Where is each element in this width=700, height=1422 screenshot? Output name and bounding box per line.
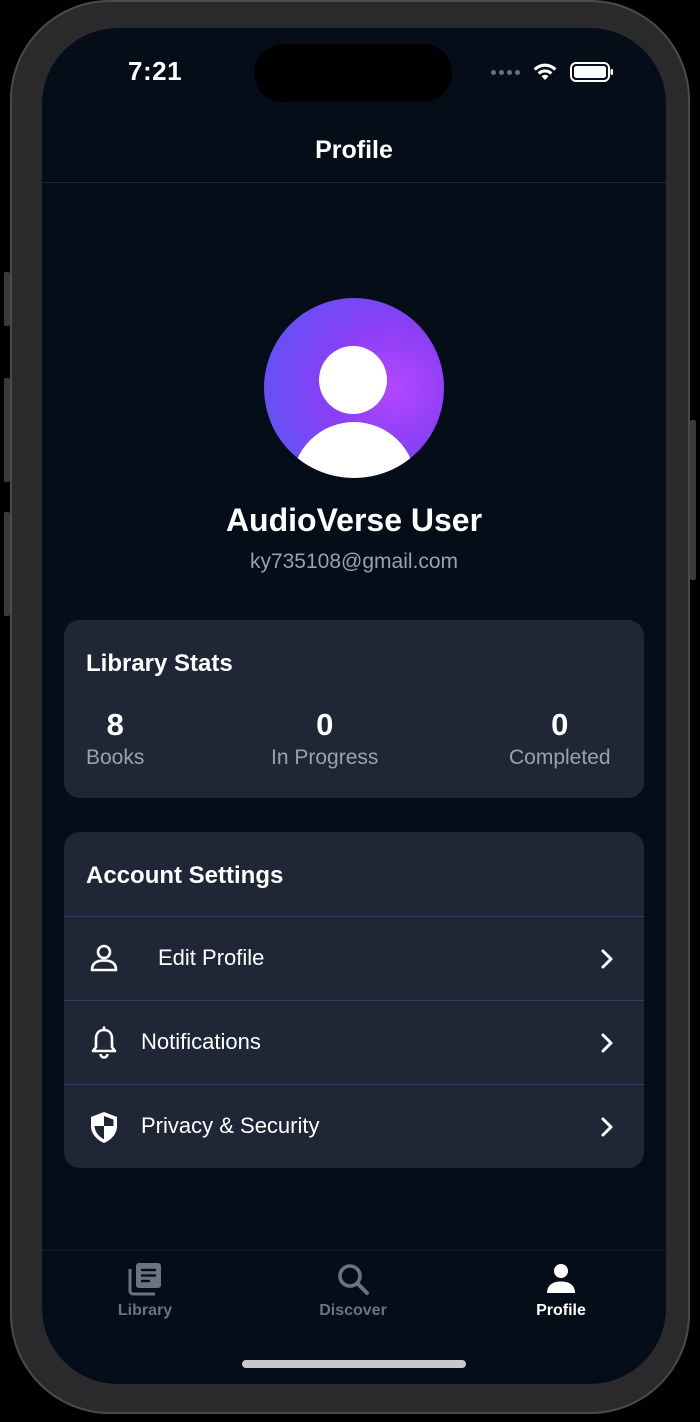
status-icons [491, 62, 614, 82]
chevron-right-icon [601, 949, 613, 969]
battery-icon [570, 62, 613, 82]
stat-in-progress-value: 0 [316, 707, 334, 742]
library-icon [128, 1263, 161, 1296]
cellular-signal-icon [491, 69, 520, 75]
settings-row-label: Notifications [141, 1029, 261, 1054]
person-icon [547, 1264, 575, 1293]
tab-library-label: Library [117, 1302, 173, 1319]
tab-bar-divider [42, 1250, 666, 1251]
status-time: 7:21 [128, 56, 183, 86]
avatar-body-shape [292, 422, 416, 478]
settings-row-notifications[interactable]: Notifications [64, 1000, 644, 1084]
stat-books-label: Books [86, 746, 145, 769]
stat-books: 8 Books [86, 708, 144, 770]
search-icon [338, 1264, 369, 1295]
stat-in-progress: 0 In Progress [271, 708, 378, 770]
chevron-right-icon [601, 1033, 613, 1053]
stat-in-progress-label: In Progress [271, 746, 379, 769]
shield-icon [91, 1112, 117, 1143]
settings-row-privacy-security[interactable]: Privacy & Security [64, 1084, 644, 1168]
stat-completed-value: 0 [551, 707, 569, 742]
home-indicator[interactable] [242, 1360, 466, 1368]
bell-icon [91, 1026, 117, 1059]
account-settings-card: Account Settings Edit Profile Notificati… [64, 832, 644, 1168]
stat-completed-label: Completed [509, 746, 611, 769]
volume-down-button [4, 512, 10, 616]
tab-profile[interactable]: Profile [501, 1260, 621, 1320]
tab-discover[interactable]: Discover [293, 1260, 413, 1320]
stat-completed: 0 Completed [509, 708, 611, 770]
user-email: ky735108@gmail.com [249, 550, 459, 573]
tab-library[interactable]: Library [85, 1260, 205, 1320]
settings-row-label: Edit Profile [158, 945, 265, 970]
tab-profile-label: Profile [536, 1302, 586, 1319]
volume-up-button [4, 378, 10, 482]
chevron-right-icon [601, 1117, 613, 1137]
stat-books-value: 8 [106, 707, 124, 742]
page-title: Profile [315, 136, 393, 164]
dynamic-island [254, 44, 452, 102]
wifi-icon [533, 63, 557, 80]
header-divider [42, 182, 666, 183]
power-button [690, 420, 696, 580]
action-button [4, 272, 10, 326]
settings-row-edit-profile[interactable]: Edit Profile [64, 916, 644, 1000]
library-stats-title: Library Stats [86, 650, 233, 677]
account-settings-title: Account Settings [86, 862, 284, 889]
person-outline-icon [90, 944, 118, 972]
settings-row-label: Privacy & Security [141, 1113, 320, 1138]
library-stats-card: Library Stats 8 Books 0 In Progress 0 Co… [64, 620, 644, 798]
avatar[interactable] [264, 298, 444, 478]
user-name: AudioVerse User [225, 502, 483, 538]
app-screen: 7:21 Profile AudioVerse User ky735108@gm… [42, 28, 666, 1384]
tab-discover-label: Discover [319, 1302, 387, 1319]
avatar-head-shape [319, 346, 387, 414]
